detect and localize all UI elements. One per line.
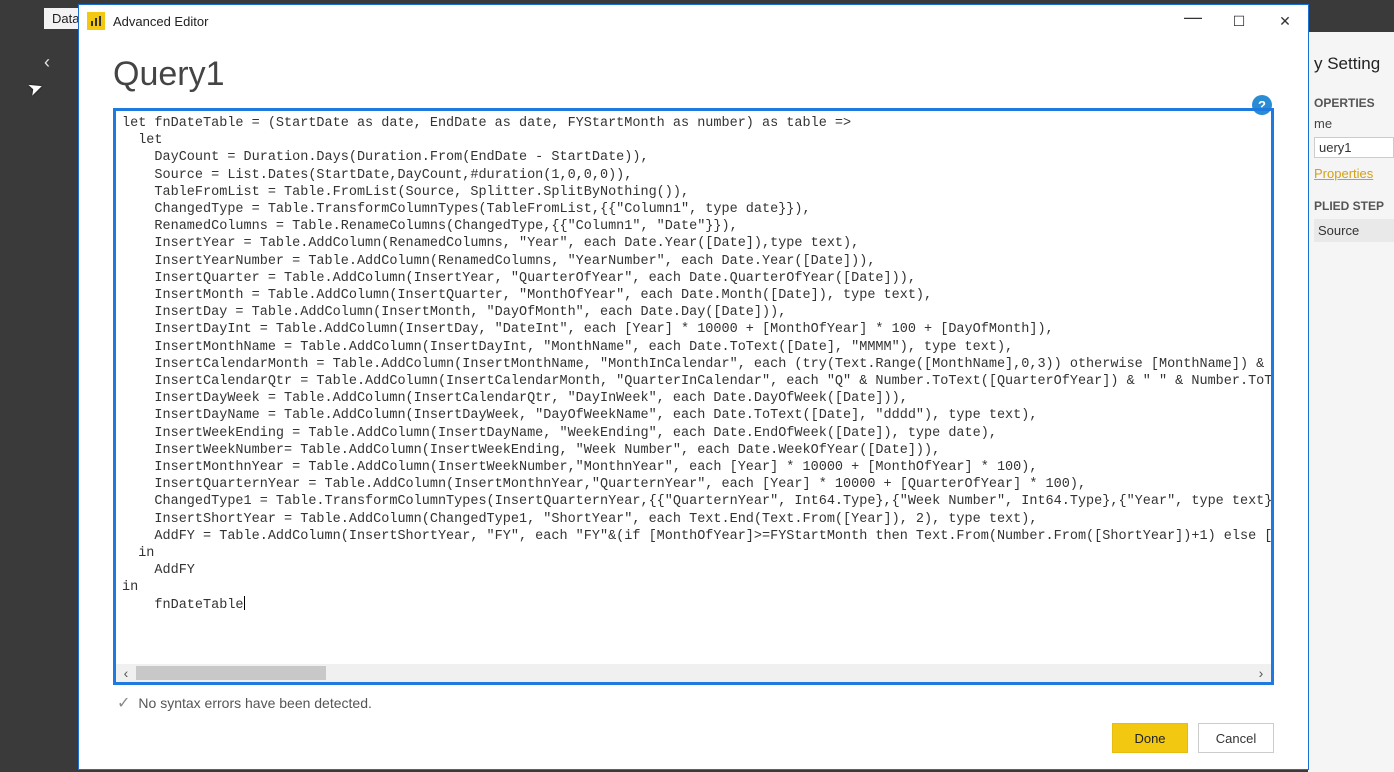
query-name-input[interactable]: uery1 [1314, 137, 1394, 158]
query-settings-panel: y Setting OPERTIES me uery1 Properties P… [1308, 32, 1394, 772]
advanced-editor-window: Advanced Editor — ☐ ✕ Query1 ? let fnDat… [78, 4, 1309, 770]
code-editor[interactable]: let fnDateTable = (StartDate as date, En… [113, 108, 1274, 685]
mouse-cursor-icon: ➤ [25, 76, 46, 101]
check-icon: ✓ [117, 693, 130, 713]
syntax-status: ✓ No syntax errors have been detected. [113, 685, 1274, 723]
applied-step-source[interactable]: Source [1314, 219, 1394, 242]
panel-header: y Setting [1314, 54, 1394, 74]
query-name-heading: Query1 [113, 55, 1274, 94]
name-label: me [1314, 116, 1394, 131]
scroll-left-icon[interactable]: ‹ [116, 665, 136, 681]
scrollbar-thumb[interactable] [136, 666, 326, 680]
titlebar: Advanced Editor — ☐ ✕ [79, 5, 1308, 37]
all-properties-link[interactable]: Properties [1314, 166, 1394, 181]
chevron-left-icon[interactable]: ‹ [44, 52, 64, 72]
applied-steps-section-label: PLIED STEP [1314, 199, 1394, 213]
cancel-button[interactable]: Cancel [1198, 723, 1274, 753]
scrollbar-track[interactable] [326, 666, 1251, 680]
status-message: No syntax errors have been detected. [138, 695, 371, 711]
code-text[interactable]: let fnDateTable = (StartDate as date, En… [116, 111, 1271, 664]
maximize-button[interactable]: ☐ [1216, 6, 1262, 36]
scroll-right-icon[interactable]: › [1251, 665, 1271, 681]
properties-section-label: OPERTIES [1314, 96, 1394, 110]
app-icon [87, 12, 105, 30]
minimize-button[interactable]: — [1170, 2, 1216, 32]
window-controls: — ☐ ✕ [1170, 6, 1308, 36]
close-button[interactable]: ✕ [1262, 6, 1308, 36]
done-button[interactable]: Done [1112, 723, 1188, 753]
horizontal-scrollbar[interactable]: ‹ › [116, 664, 1271, 682]
dialog-buttons: Done Cancel [113, 723, 1274, 757]
window-title: Advanced Editor [113, 14, 208, 29]
